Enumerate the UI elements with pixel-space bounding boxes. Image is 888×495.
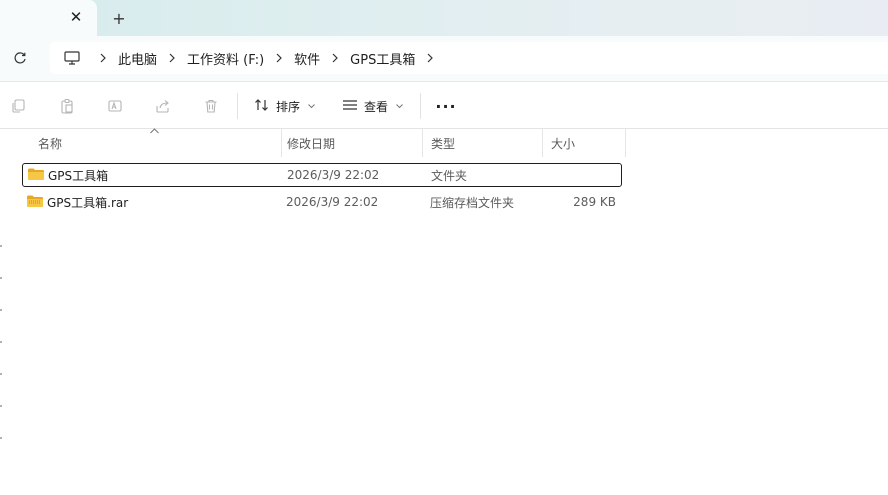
- toolbar-divider: [237, 93, 238, 119]
- sort-icon: [254, 98, 270, 115]
- sort-button[interactable]: 排序: [254, 94, 315, 118]
- paste-icon[interactable]: [57, 96, 77, 116]
- command-bar: 排序 查看 ···: [0, 83, 888, 129]
- breadcrumb-this-pc[interactable]: 此电脑: [118, 49, 157, 68]
- new-tab-icon[interactable]: +: [108, 7, 130, 29]
- pane-edge-marker: [0, 405, 2, 407]
- active-tab[interactable]: ✕: [0, 0, 97, 36]
- chevron-right-icon[interactable]: [421, 53, 439, 63]
- view-list-icon: [342, 99, 358, 114]
- breadcrumb[interactable]: 此电脑 工作资料 (F:) 软件 GPS工具箱: [50, 42, 888, 74]
- chevron-down-icon: [308, 102, 315, 111]
- tab-strip: ✕ +: [0, 0, 888, 36]
- pane-edge-marker: [0, 437, 2, 439]
- breadcrumb-software[interactable]: 软件: [294, 49, 320, 68]
- file-name: GPS工具箱.rar: [47, 195, 129, 210]
- breadcrumb-gps-toolbox[interactable]: GPS工具箱: [350, 49, 415, 68]
- tab-close-icon[interactable]: ✕: [66, 7, 86, 27]
- copy-icon[interactable]: [8, 96, 28, 116]
- file-name-cell: GPS工具箱: [27, 164, 108, 186]
- share-icon[interactable]: [153, 96, 173, 116]
- zip-folder-icon: [26, 194, 44, 211]
- folder-icon: [27, 167, 45, 184]
- chevron-right-icon[interactable]: [163, 53, 181, 63]
- file-size: [545, 164, 617, 186]
- file-type: 文件夹: [431, 168, 468, 183]
- pane-edge-marker: [0, 373, 2, 375]
- file-row-folder[interactable]: GPS工具箱 2026/3/9 22:02 文件夹: [22, 163, 622, 187]
- delete-icon[interactable]: [201, 96, 221, 116]
- sort-label: 排序: [276, 99, 301, 114]
- column-date[interactable]: 修改日期: [279, 129, 423, 157]
- column-size[interactable]: 大小: [543, 129, 626, 157]
- chevron-down-icon: [396, 102, 403, 111]
- file-size: 289 KB: [573, 195, 616, 209]
- file-type: 压缩存档文件夹: [430, 195, 515, 210]
- column-type[interactable]: 类型: [423, 129, 543, 157]
- pane-edge-marker: [0, 309, 2, 311]
- view-button[interactable]: 查看: [342, 94, 403, 118]
- chevron-right-icon[interactable]: [270, 53, 288, 63]
- file-date: 2026/3/9 22:02: [287, 168, 380, 182]
- chevron-right-icon[interactable]: [326, 53, 344, 63]
- column-name[interactable]: 名称: [30, 129, 282, 157]
- more-options-icon[interactable]: ···: [434, 94, 458, 118]
- pane-edge-marker: [0, 277, 2, 279]
- column-header: 名称 修改日期 类型 大小: [22, 128, 626, 157]
- refresh-icon[interactable]: [10, 48, 30, 68]
- file-row-archive[interactable]: GPS工具箱.rar 2026/3/9 22:02 压缩存档文件夹 289 KB: [22, 191, 622, 215]
- view-label: 查看: [364, 99, 389, 114]
- computer-icon[interactable]: [62, 48, 82, 68]
- toolbar-divider: [420, 93, 421, 119]
- file-date: 2026/3/9 22:02: [286, 195, 379, 209]
- chevron-right-icon[interactable]: [94, 53, 112, 63]
- address-row: 此电脑 工作资料 (F:) 软件 GPS工具箱: [0, 36, 888, 82]
- pane-edge-marker: [0, 341, 2, 343]
- rename-icon[interactable]: [105, 96, 125, 116]
- file-name-cell: GPS工具箱.rar: [26, 191, 128, 213]
- pane-edge-marker: [0, 245, 2, 247]
- file-name: GPS工具箱: [48, 168, 109, 183]
- breadcrumb-drive-f[interactable]: 工作资料 (F:): [187, 49, 264, 68]
